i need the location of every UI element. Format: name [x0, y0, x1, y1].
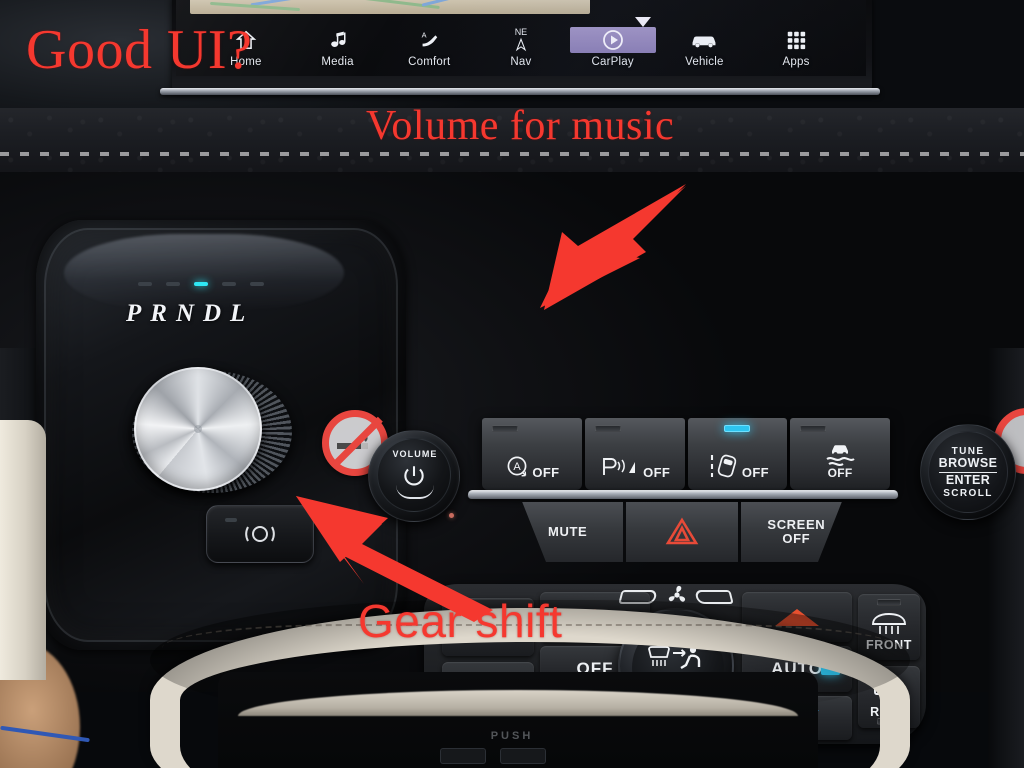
hazard-triangle-icon	[665, 517, 699, 545]
menu-label-comfort: Comfort	[408, 56, 451, 68]
lane-departure-led	[724, 425, 751, 432]
driver-assist-switch-bank[interactable]: A OFF OFF OFF OFF	[482, 418, 890, 490]
parking-brake-led	[225, 518, 237, 522]
tune-label-enter: ENTER	[945, 472, 991, 487]
fan-icon	[660, 584, 694, 606]
screen-off-button[interactable]: SCREEN OFF	[740, 502, 842, 562]
svg-text:A: A	[514, 461, 522, 473]
traction-control-state: OFF	[827, 466, 853, 481]
center-console-photo: Home Media A Comfort NE Nav CarPlay Vehi…	[0, 0, 1024, 768]
electronic-parking-brake-button[interactable]	[206, 505, 314, 563]
leather-grain	[0, 108, 1024, 172]
auto-start-stop-icon: A	[507, 456, 527, 477]
vent-left-icon	[618, 590, 658, 604]
lane-departure-icon	[710, 454, 737, 478]
auto-start-stop-led	[492, 425, 518, 432]
tune-label-browse: BROWSE	[938, 456, 998, 473]
svg-text:A: A	[422, 30, 427, 39]
nav-heading-label: NE	[514, 27, 528, 37]
mute-label: MUTE	[548, 523, 588, 539]
traction-control-led	[800, 425, 827, 432]
electronic-parking-brake-icon	[245, 526, 275, 542]
park-assist-button[interactable]: OFF	[584, 418, 685, 490]
volume-power-knob[interactable]: VOLUME	[368, 430, 460, 522]
chevron-up-icon-right	[775, 608, 819, 626]
dash-stitching	[0, 152, 1024, 156]
auto-start-stop-button[interactable]: A OFF	[482, 418, 582, 490]
chrome-trim-upper	[160, 88, 880, 95]
mute-hazard-screen-bank[interactable]: MUTE SCREEN OFF	[522, 502, 842, 562]
music-note-icon	[328, 27, 348, 53]
park-assist-state: OFF	[643, 465, 671, 480]
gear-indicator-prndl: PRNDL	[126, 300, 255, 327]
chrome-trim-mid	[467, 490, 899, 499]
usb-port-row[interactable]	[440, 748, 546, 764]
menu-item-media[interactable]: Media	[295, 27, 381, 68]
menu-label-media: Media	[321, 56, 354, 68]
grid-apps-icon	[785, 27, 807, 53]
auto-start-stop-state: OFF	[532, 465, 560, 480]
car-icon	[689, 27, 719, 53]
menu-label-apps: Apps	[782, 56, 810, 68]
push-label: PUSH	[490, 730, 534, 742]
park-assist-icon	[603, 458, 636, 475]
front-defrost-led	[877, 599, 901, 606]
mute-button[interactable]: MUTE	[522, 502, 624, 562]
menu-label-nav: Nav	[510, 56, 532, 68]
park-assist-led	[594, 425, 621, 432]
traction-control-button[interactable]: OFF	[790, 418, 890, 490]
seat-comfort-icon: A	[417, 27, 441, 53]
rotary-gear-selector[interactable]	[132, 367, 292, 497]
volume-knob-indicator-dot	[449, 513, 454, 518]
gear-indicator-leds	[138, 282, 264, 286]
tune-browse-enter-knob[interactable]: TUNE BROWSE ENTER SCROLL	[920, 424, 1016, 520]
leather-dash-band	[0, 108, 1024, 172]
compass-needle-icon: NE	[514, 27, 528, 53]
infotainment-menu-bar[interactable]: Home Media A Comfort NE Nav CarPlay Vehi…	[176, 10, 866, 74]
menu-item-nav[interactable]: NE Nav	[478, 27, 564, 69]
traction-control-icon	[826, 445, 855, 467]
lane-departure-state: OFF	[741, 465, 769, 480]
menu-item-carplay[interactable]: CarPlay	[569, 17, 656, 68]
menu-label-vehicle: Vehicle	[685, 56, 724, 68]
menu-label-home: Home	[230, 56, 262, 68]
tune-knob-face[interactable]: TUNE BROWSE ENTER SCROLL	[928, 431, 1008, 513]
front-defrost-icon	[872, 613, 906, 634]
screen-off-label-line2: OFF	[782, 531, 811, 546]
hazard-button[interactable]	[626, 502, 738, 562]
volume-arc-indicator	[396, 485, 434, 499]
menu-label-carplay: CarPlay	[591, 56, 634, 68]
tune-label-scroll: SCROLL	[943, 488, 993, 500]
menu-item-apps[interactable]: Apps	[753, 27, 839, 68]
vent-right-icon	[694, 590, 734, 604]
menu-item-home[interactable]: Home	[203, 27, 289, 68]
lane-departure-button[interactable]: OFF	[687, 418, 788, 490]
gear-knob-face[interactable]	[134, 367, 262, 491]
volume-knob-face[interactable]: VOLUME	[377, 438, 451, 512]
screen-off-label-line1: SCREEN	[767, 516, 826, 532]
home-icon	[235, 27, 257, 53]
volume-knob-label: VOLUME	[392, 449, 438, 459]
play-circle-icon	[569, 17, 656, 53]
menu-item-comfort[interactable]: A Comfort	[386, 27, 472, 68]
menu-item-vehicle[interactable]: Vehicle	[661, 27, 747, 68]
infotainment-screen[interactable]: Home Media A Comfort NE Nav CarPlay Vehi…	[176, 0, 866, 76]
white-leather-pillar	[0, 420, 46, 680]
